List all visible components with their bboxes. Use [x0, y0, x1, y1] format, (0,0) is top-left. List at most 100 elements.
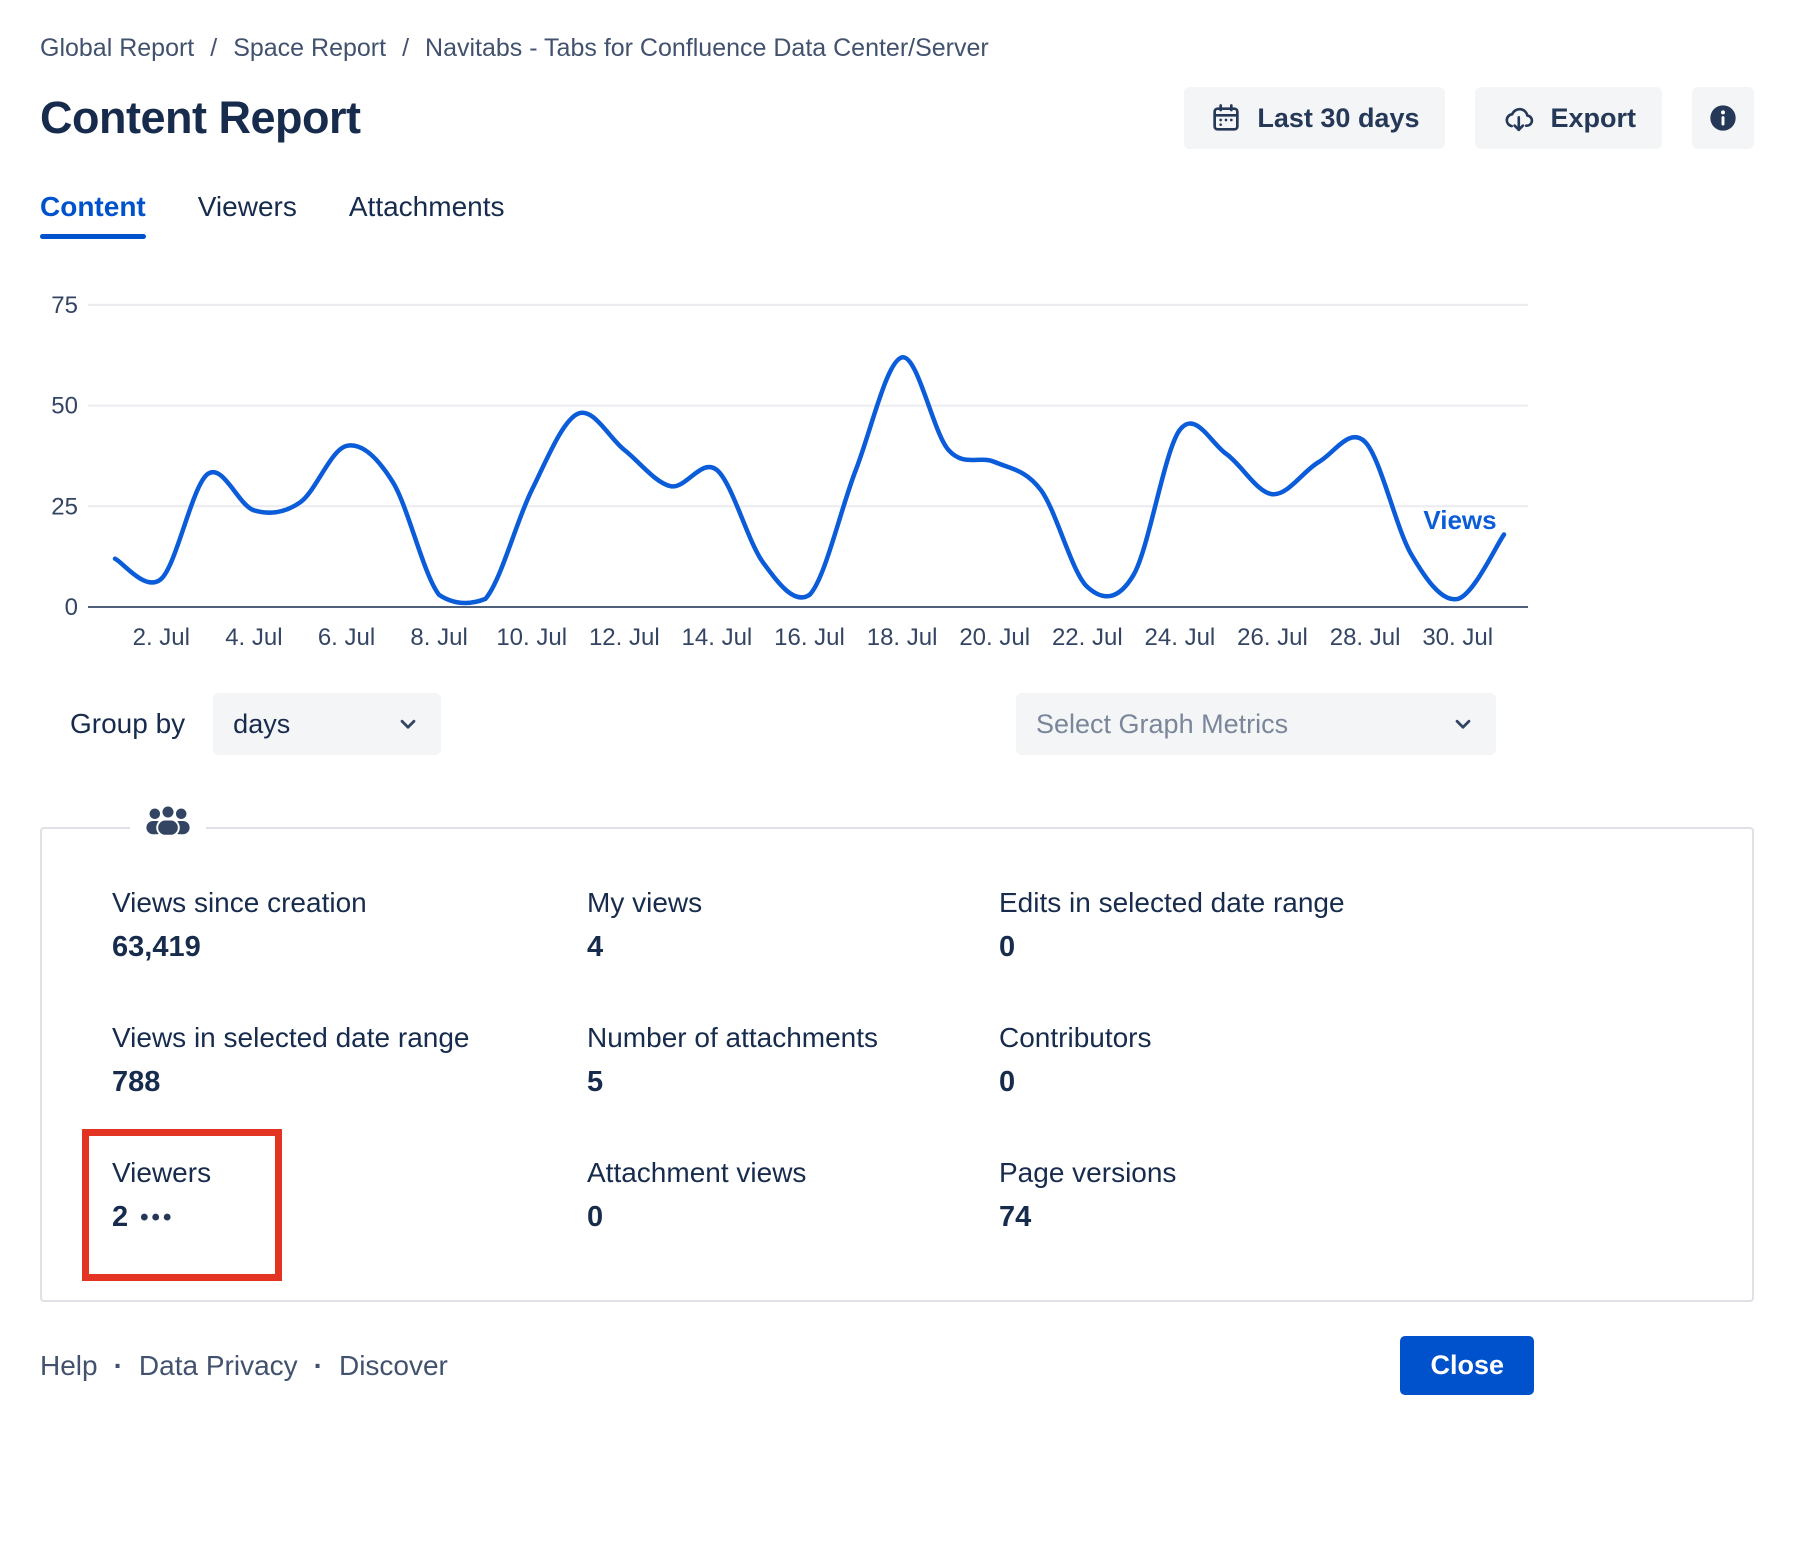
x-tick-label-26: 26. Jul	[1237, 624, 1308, 651]
breadcrumb-separator: /	[402, 34, 409, 63]
graph-metrics-select[interactable]: Select Graph Metrics	[1016, 693, 1496, 755]
tab-attachments[interactable]: Attachments	[349, 191, 505, 239]
date-range-button[interactable]: Last 30 days	[1184, 87, 1445, 149]
stat-edits-in-selected-date-range: Edits in selected date range 0	[999, 887, 1752, 964]
breadcrumb-separator: /	[210, 34, 217, 63]
views-series-line	[115, 357, 1504, 603]
group-by-select[interactable]: days	[213, 693, 441, 755]
export-label: Export	[1550, 103, 1636, 134]
stat-views-since-creation: Views since creation 63,419	[112, 887, 587, 964]
stat-value-number: 74	[999, 1201, 1031, 1234]
y-tick-label-25: 25	[51, 493, 78, 520]
breadcrumb-item-global-report[interactable]: Global Report	[40, 34, 194, 63]
date-range-label: Last 30 days	[1257, 103, 1419, 134]
stat-viewers: Viewers 2 •••	[112, 1157, 587, 1234]
x-tick-label-14: 14. Jul	[682, 624, 753, 651]
content-report-page: Global Report / Space Report / Navitabs - Ta…	[40, 34, 1754, 1395]
footer-link-discover[interactable]: Discover	[339, 1350, 448, 1382]
y-tick-label-0: 0	[65, 594, 78, 621]
breadcrumb-item-navitabs-tabs-for-conflu: Navitabs - Tabs for Confluence Data Cent…	[425, 34, 989, 63]
stat-value: 2 •••	[112, 1201, 587, 1234]
stat-page-versions: Page versions 74	[999, 1157, 1752, 1234]
stat-value-number: 2	[112, 1201, 128, 1234]
stat-attachment-views: Attachment views 0	[587, 1157, 999, 1234]
stat-value: 0	[999, 931, 1752, 964]
x-tick-label-10: 10. Jul	[496, 624, 567, 651]
stat-label: Attachment views	[587, 1157, 999, 1189]
tab-viewers[interactable]: Viewers	[198, 191, 297, 239]
stat-value: 74	[999, 1201, 1752, 1234]
stat-my-views: My views 4	[587, 887, 999, 964]
stat-label: Views since creation	[112, 887, 587, 919]
header-actions: Last 30 days Export	[1184, 87, 1754, 149]
footer-links: Help · Data Privacy · Discover	[40, 1350, 448, 1382]
stat-value-number: 0	[587, 1201, 603, 1234]
info-button[interactable]	[1692, 87, 1754, 149]
x-tick-label-20: 20. Jul	[959, 624, 1030, 651]
tab-content[interactable]: Content	[40, 191, 146, 239]
stat-label: Viewers	[112, 1157, 587, 1189]
viewers-more-button[interactable]: •••	[140, 1206, 174, 1230]
stat-contributors: Contributors 0	[999, 1022, 1752, 1099]
header-row: Content Report Last 30 days	[40, 87, 1754, 149]
calendar-icon	[1210, 102, 1242, 134]
export-button[interactable]: Export	[1475, 87, 1662, 149]
footer-separator: ·	[114, 1350, 123, 1382]
x-tick-label-8: 8. Jul	[410, 624, 467, 651]
info-icon	[1707, 102, 1739, 134]
footer-link-data-privacy[interactable]: Data Privacy	[139, 1350, 298, 1382]
stat-value: 0	[999, 1066, 1752, 1099]
stat-value-number: 788	[112, 1066, 160, 1099]
people-icon	[130, 803, 206, 844]
stat-value: 63,419	[112, 931, 587, 964]
y-tick-label-75: 75	[51, 292, 78, 319]
tab-bar: Content Viewers Attachments	[40, 191, 1754, 239]
x-tick-label-28: 28. Jul	[1330, 624, 1401, 651]
breadcrumb-item-space-report[interactable]: Space Report	[233, 34, 386, 63]
close-button[interactable]: Close	[1400, 1336, 1534, 1395]
stat-value-number: 0	[999, 1066, 1015, 1099]
footer-separator: ·	[314, 1350, 323, 1382]
x-tick-label-6: 6. Jul	[318, 624, 375, 651]
chevron-down-icon	[395, 711, 421, 737]
page-title: Content Report	[40, 92, 360, 144]
chart-controls: Group by days Select Graph Metrics	[40, 693, 1754, 755]
stat-label: Edits in selected date range	[999, 887, 1752, 919]
stat-value-number: 63,419	[112, 931, 201, 964]
stat-value-number: 0	[999, 931, 1015, 964]
stat-views-in-selected-date-range: Views in selected date range 788	[112, 1022, 587, 1099]
stat-label: My views	[587, 887, 999, 919]
stat-value-number: 4	[587, 931, 603, 964]
x-tick-label-24: 24. Jul	[1145, 624, 1216, 651]
x-tick-label-12: 12. Jul	[589, 624, 660, 651]
stat-value: 0	[587, 1201, 999, 1234]
x-tick-label-22: 22. Jul	[1052, 624, 1123, 651]
stat-value-number: 5	[587, 1066, 603, 1099]
group-by-control: Group by days	[70, 693, 441, 755]
cloud-download-icon	[1501, 102, 1535, 134]
breadcrumb: Global Report / Space Report / Navitabs - Ta…	[40, 34, 1754, 63]
stat-label: Page versions	[999, 1157, 1752, 1189]
stat-value: 5	[587, 1066, 999, 1099]
group-by-value: days	[233, 709, 290, 740]
chevron-down-icon	[1450, 711, 1476, 737]
stats-grid: Views since creation 63,419 My views 4 Edits…	[112, 887, 1752, 1234]
x-tick-label-18: 18. Jul	[867, 624, 938, 651]
stats-card: Views since creation 63,419 My views 4 Edits…	[40, 827, 1754, 1302]
views-line-chart: 75 50 25 0 2. Jul 4. Jul 6. Jul 8. Jul 10. Jul 12…	[40, 273, 1754, 665]
graph-metrics-placeholder: Select Graph Metrics	[1036, 709, 1288, 740]
stat-label: Contributors	[999, 1022, 1752, 1054]
group-by-label: Group by	[70, 708, 185, 740]
footer-link-help[interactable]: Help	[40, 1350, 98, 1382]
y-tick-label-50: 50	[51, 393, 78, 420]
x-tick-label-4: 4. Jul	[225, 624, 282, 651]
stat-value: 788	[112, 1066, 587, 1099]
x-tick-label-2: 2. Jul	[133, 624, 190, 651]
stat-label: Views in selected date range	[112, 1022, 587, 1054]
x-tick-label-16: 16. Jul	[774, 624, 845, 651]
footer: Help · Data Privacy · Discover Close	[40, 1336, 1754, 1395]
x-tick-label-30: 30. Jul	[1422, 624, 1493, 651]
chart-canvas: 75 50 25 0 2. Jul 4. Jul 6. Jul 8. Jul 10. Jul 12…	[40, 273, 1570, 665]
stat-value: 4	[587, 931, 999, 964]
stat-number-of-attachments: Number of attachments5	[587, 1022, 999, 1099]
